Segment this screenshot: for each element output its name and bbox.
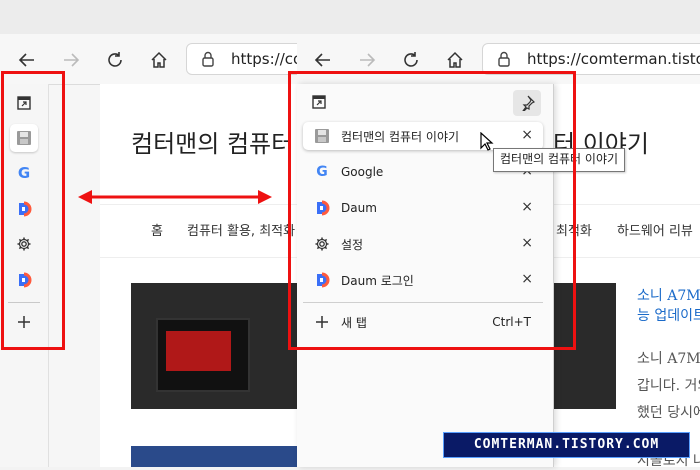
menu-item-home[interactable]: 홈	[151, 220, 163, 239]
post-thumbnail[interactable]	[131, 283, 297, 409]
arrow-left-icon	[314, 53, 330, 67]
title-bar	[0, 0, 297, 35]
annotation-box-collapsed	[1, 71, 65, 350]
post-excerpt-line2: 갑니다. 거의	[637, 378, 700, 394]
menu-item-computer[interactable]: 컴퓨터 활용, 최적화	[187, 220, 295, 239]
refresh-icon	[108, 52, 122, 67]
post-excerpt-line1: 소니 A7M3	[637, 351, 700, 367]
double-arrow-annotation-icon	[78, 190, 272, 204]
back-button[interactable]	[14, 47, 40, 73]
title-bar	[297, 0, 700, 35]
home-icon	[151, 51, 167, 68]
home-button[interactable]	[146, 47, 172, 73]
lock-icon	[498, 51, 510, 67]
annotation-box-expanded	[288, 71, 576, 350]
post-thumbnail-2[interactable]	[131, 446, 297, 467]
arrow-right-icon	[64, 53, 80, 67]
back-button[interactable]	[310, 47, 336, 73]
home-icon	[447, 51, 463, 68]
refresh-icon	[404, 52, 418, 67]
refresh-button[interactable]	[102, 47, 128, 73]
post-excerpt-line3: 했던 당시에	[637, 405, 700, 421]
lock-icon	[202, 51, 214, 67]
forward-button[interactable]	[58, 47, 84, 73]
camera-menu	[166, 331, 231, 371]
page-title: 컴터맨의 컴퓨터	[131, 130, 294, 158]
menu-item-hardware[interactable]: 하드웨어 리뷰	[617, 220, 693, 239]
address-text: https://co	[231, 50, 297, 68]
home-button[interactable]	[442, 47, 468, 73]
post-link-line1[interactable]: 소니 A7M3	[637, 285, 700, 305]
post-link-line2[interactable]: 능 업데이트	[637, 305, 700, 325]
watermark: COMTERMAN.TISTORY.COM	[443, 432, 690, 458]
refresh-button[interactable]	[398, 47, 424, 73]
arrow-right-icon	[360, 53, 376, 67]
address-bar[interactable]: https://co	[186, 43, 297, 75]
address-text: https://comterman.tistory	[527, 50, 700, 68]
forward-button[interactable]	[354, 47, 380, 73]
page-content: 컴터맨의 컴퓨터 홈 컴퓨터 활용, 최적화	[100, 84, 297, 467]
arrow-left-icon	[18, 53, 34, 67]
